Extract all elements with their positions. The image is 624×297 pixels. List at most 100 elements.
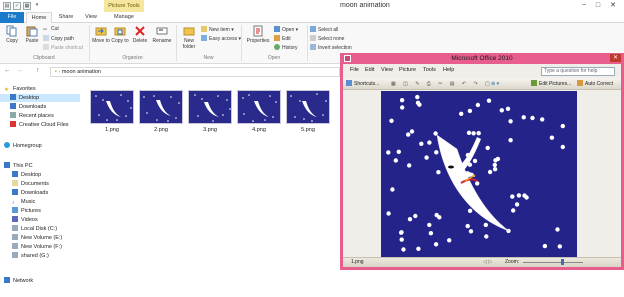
menu-edit[interactable]: Edit	[365, 67, 374, 73]
file-item[interactable]: 1.png	[90, 90, 134, 136]
auto-correct-button[interactable]: Auto Correct	[577, 80, 613, 88]
nav-documents[interactable]: Documents	[12, 180, 49, 188]
nav-favorites[interactable]: ★ Favorites	[4, 85, 36, 93]
group-clipboard: Clipboard	[33, 55, 55, 61]
new-folder-quick-icon[interactable]: ▦	[23, 2, 31, 10]
paste-button[interactable]: Paste	[23, 25, 41, 44]
customize-chevron-icon[interactable]: ▾	[33, 2, 41, 10]
select-none-button[interactable]: Select none	[310, 35, 344, 42]
address-field[interactable]: ▪ › moon animation	[50, 67, 340, 77]
invert-selection-button[interactable]: Invert selection	[310, 44, 352, 51]
tab-view[interactable]: View	[80, 12, 102, 23]
tab-share[interactable]: Share	[54, 12, 78, 23]
delete-button[interactable]: Delete	[131, 25, 149, 44]
nav-pictures[interactable]: Pictures	[12, 207, 41, 215]
star-dot	[492, 167, 498, 172]
menu-picture[interactable]: Picture	[399, 67, 416, 73]
nav-recent-places[interactable]: Recent places	[10, 112, 54, 120]
shortcuts-button[interactable]: Shortcuts...	[346, 80, 379, 88]
back-button[interactable]: ←	[4, 67, 11, 74]
star-dot	[555, 227, 560, 232]
forward-button[interactable]: →	[16, 67, 23, 74]
star-dot	[542, 243, 548, 249]
properties-quick-icon[interactable]: ✓	[13, 2, 21, 10]
star-dot	[467, 208, 473, 213]
file-item[interactable]: 4.png	[237, 90, 281, 136]
rename-button[interactable]: Rename	[151, 25, 173, 44]
nav-volume-e[interactable]: New Volume (E:)	[12, 234, 62, 242]
menu-help[interactable]: Help	[443, 67, 454, 73]
nav-volume-f[interactable]: New Volume (F:)	[12, 243, 62, 251]
star-dot	[407, 163, 412, 168]
paste-label: Paste	[25, 38, 39, 44]
picture-manager-status-bar: 1.png ◁ ▷ Zoom:	[343, 257, 621, 267]
nav-pc-desktop[interactable]: Desktop	[12, 171, 41, 179]
star-dot	[399, 237, 404, 242]
menu-view[interactable]: View	[381, 67, 393, 73]
nav-desktop[interactable]: Desktop	[0, 94, 80, 102]
edit-button[interactable]: Edit	[274, 35, 291, 42]
nav-network[interactable]: Network	[4, 277, 33, 285]
star-dot	[427, 140, 432, 145]
close-button[interactable]: ✕	[607, 1, 619, 10]
new-folder-button[interactable]: New folder	[179, 25, 199, 50]
cut-button[interactable]: ✂ Cut	[43, 26, 59, 33]
nav-videos-label: Videos	[21, 217, 38, 223]
new-item-button[interactable]: New item ▾	[201, 26, 234, 33]
help-question-input[interactable]: Type a question for help	[541, 67, 615, 76]
up-button[interactable]: ↑	[36, 67, 40, 74]
open-button[interactable]: Open ▾	[274, 26, 298, 33]
copy-to-button[interactable]: Copy to	[111, 25, 129, 44]
copy-path-button[interactable]: Copy path	[43, 35, 74, 42]
navigation-pane: ★ Favorites Desktop Downloads Recent plac…	[0, 80, 80, 297]
nav-downloads[interactable]: Downloads	[10, 103, 46, 111]
move-to-button[interactable]: Move to	[92, 25, 110, 44]
nav-shared-label: shared (G:)	[21, 253, 49, 259]
new-item-label: New item ▾	[209, 27, 234, 33]
history-button[interactable]: History	[274, 44, 298, 51]
maximize-button[interactable]: □	[592, 1, 604, 10]
select-all-button[interactable]: Select all	[310, 26, 338, 33]
properties-button[interactable]: Properties	[244, 25, 272, 44]
nav-music-label: Music	[21, 199, 36, 205]
tab-file[interactable]: File	[0, 12, 24, 23]
zoom-icon[interactable]: ⊕ ▾	[491, 80, 499, 88]
nav-videos[interactable]: Videos	[12, 216, 38, 224]
edit-label: Edit	[282, 36, 291, 42]
star-dot	[386, 211, 391, 216]
easy-access-button[interactable]: Easy access ▾	[201, 35, 241, 42]
picture-preview-area	[343, 91, 621, 257]
tab-manage[interactable]: Manage	[104, 12, 144, 23]
minimize-button[interactable]: −	[578, 1, 590, 10]
edit-icon	[274, 35, 280, 41]
videos-icon	[12, 216, 18, 222]
file-item[interactable]: 2.png	[139, 90, 183, 136]
properties-label: Properties	[246, 38, 270, 44]
nav-pc-downloads[interactable]: Downloads	[12, 189, 48, 197]
nav-shared[interactable]: shared (G:)	[12, 252, 49, 260]
nav-music[interactable]: ♪ Music	[12, 198, 35, 206]
file-item[interactable]: 3.png	[188, 90, 232, 136]
nav-this-pc[interactable]: This PC	[4, 162, 33, 170]
move-to-label: Move to	[92, 38, 110, 44]
nav-local-disk[interactable]: Local Disk (C:)	[12, 225, 57, 233]
picture-manager-close-button[interactable]: ✕	[610, 54, 621, 62]
shortcuts-label: Shortcuts...	[354, 81, 380, 87]
status-nav-arrows[interactable]: ◁ ▷	[483, 259, 492, 265]
zoom-slider-thumb[interactable]	[561, 259, 564, 265]
copy-button[interactable]: Copy	[3, 25, 21, 44]
toolbar-icon-strip[interactable]: ▦ ◫ ✎ ⎙ ✂ ▤ ↶ ↷ ▢	[391, 80, 493, 88]
menu-tools[interactable]: Tools	[423, 67, 436, 73]
paste-shortcut-button[interactable]: Paste shortcut	[43, 44, 83, 51]
star-dot	[557, 244, 562, 249]
tab-home[interactable]: Home	[26, 12, 52, 23]
zoom-slider[interactable]	[523, 262, 583, 263]
select-none-icon	[310, 35, 316, 41]
picture-manager-title: Microsoft Office 2010	[451, 55, 513, 62]
star-dot	[434, 150, 439, 155]
file-item[interactable]: 5.png	[286, 90, 330, 136]
edit-pictures-button[interactable]: Edit Pictures...	[531, 80, 571, 88]
nav-homegroup[interactable]: Homegroup	[4, 142, 42, 150]
nav-creative-cloud[interactable]: Creative Cloud Files	[10, 121, 69, 129]
menu-file[interactable]: File	[350, 67, 359, 73]
